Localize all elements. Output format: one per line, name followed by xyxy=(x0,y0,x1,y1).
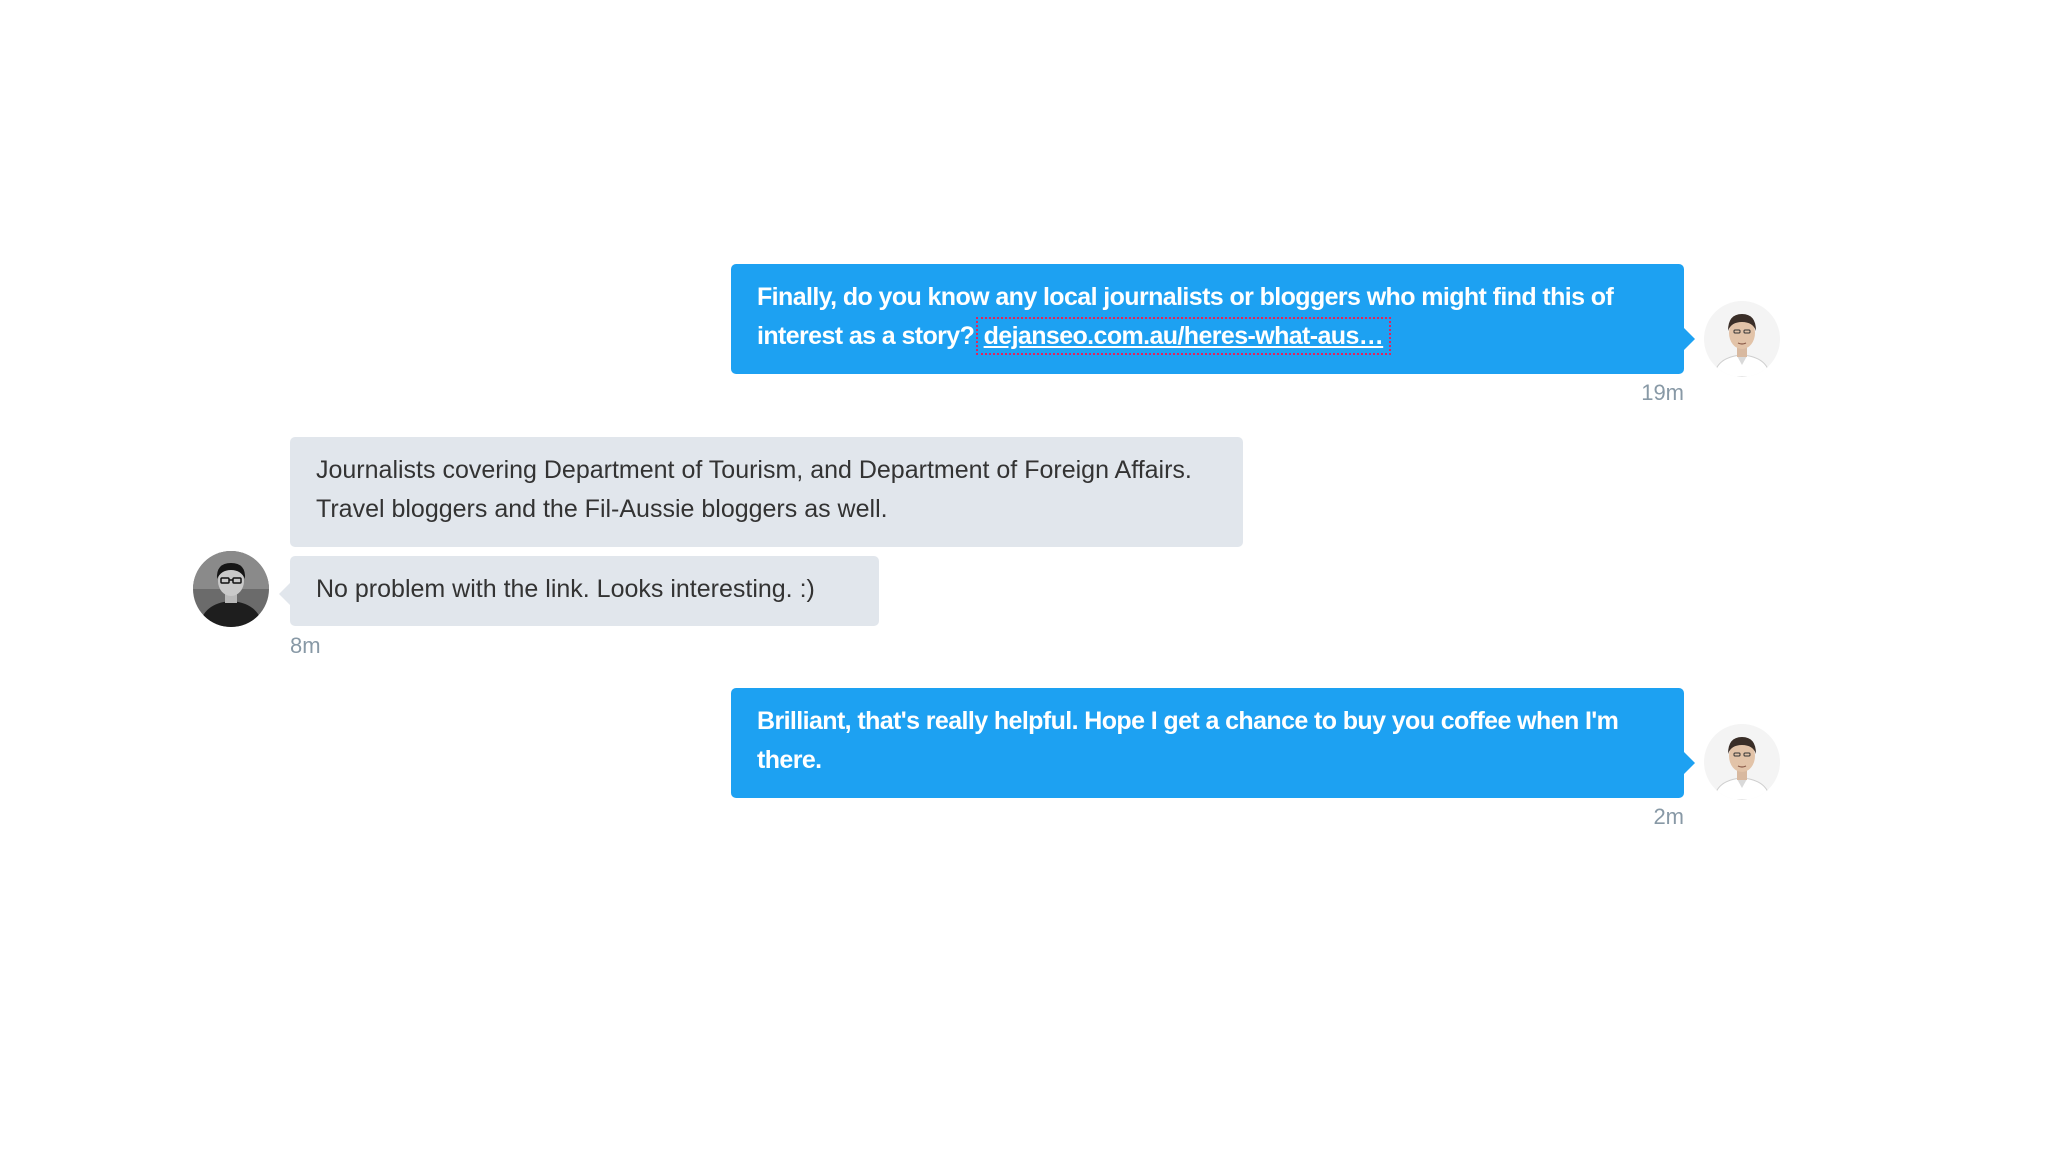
user-avatar-icon[interactable] xyxy=(1704,301,1780,377)
outgoing-message-bubble[interactable]: Brilliant, that's really helpful. Hope I… xyxy=(731,688,1695,798)
message-text: Journalists covering Department of Touri… xyxy=(316,456,1192,523)
incoming-message-bubble[interactable]: Journalists covering Department of Touri… xyxy=(290,437,1243,547)
message-timestamp: 8m xyxy=(290,633,321,658)
message-text: Brilliant, that's really helpful. Hope I… xyxy=(757,707,1619,774)
message-text: No problem with the link. Looks interest… xyxy=(316,575,815,603)
contact-avatar-icon[interactable] xyxy=(193,551,269,627)
incoming-message-bubble[interactable]: No problem with the link. Looks interest… xyxy=(279,556,879,626)
outgoing-message-bubble[interactable]: Finally, do you know any local journalis… xyxy=(731,264,1695,374)
user-avatar-icon[interactable] xyxy=(1704,724,1780,800)
message-timestamp: 2m xyxy=(1653,804,1684,829)
message-timestamp: 19m xyxy=(1641,380,1684,405)
conversation-view: Finally, do you know any local journalis… xyxy=(0,0,2048,1152)
message-link[interactable]: dejanseo.com.au/heres-what-aus… xyxy=(975,317,1392,355)
